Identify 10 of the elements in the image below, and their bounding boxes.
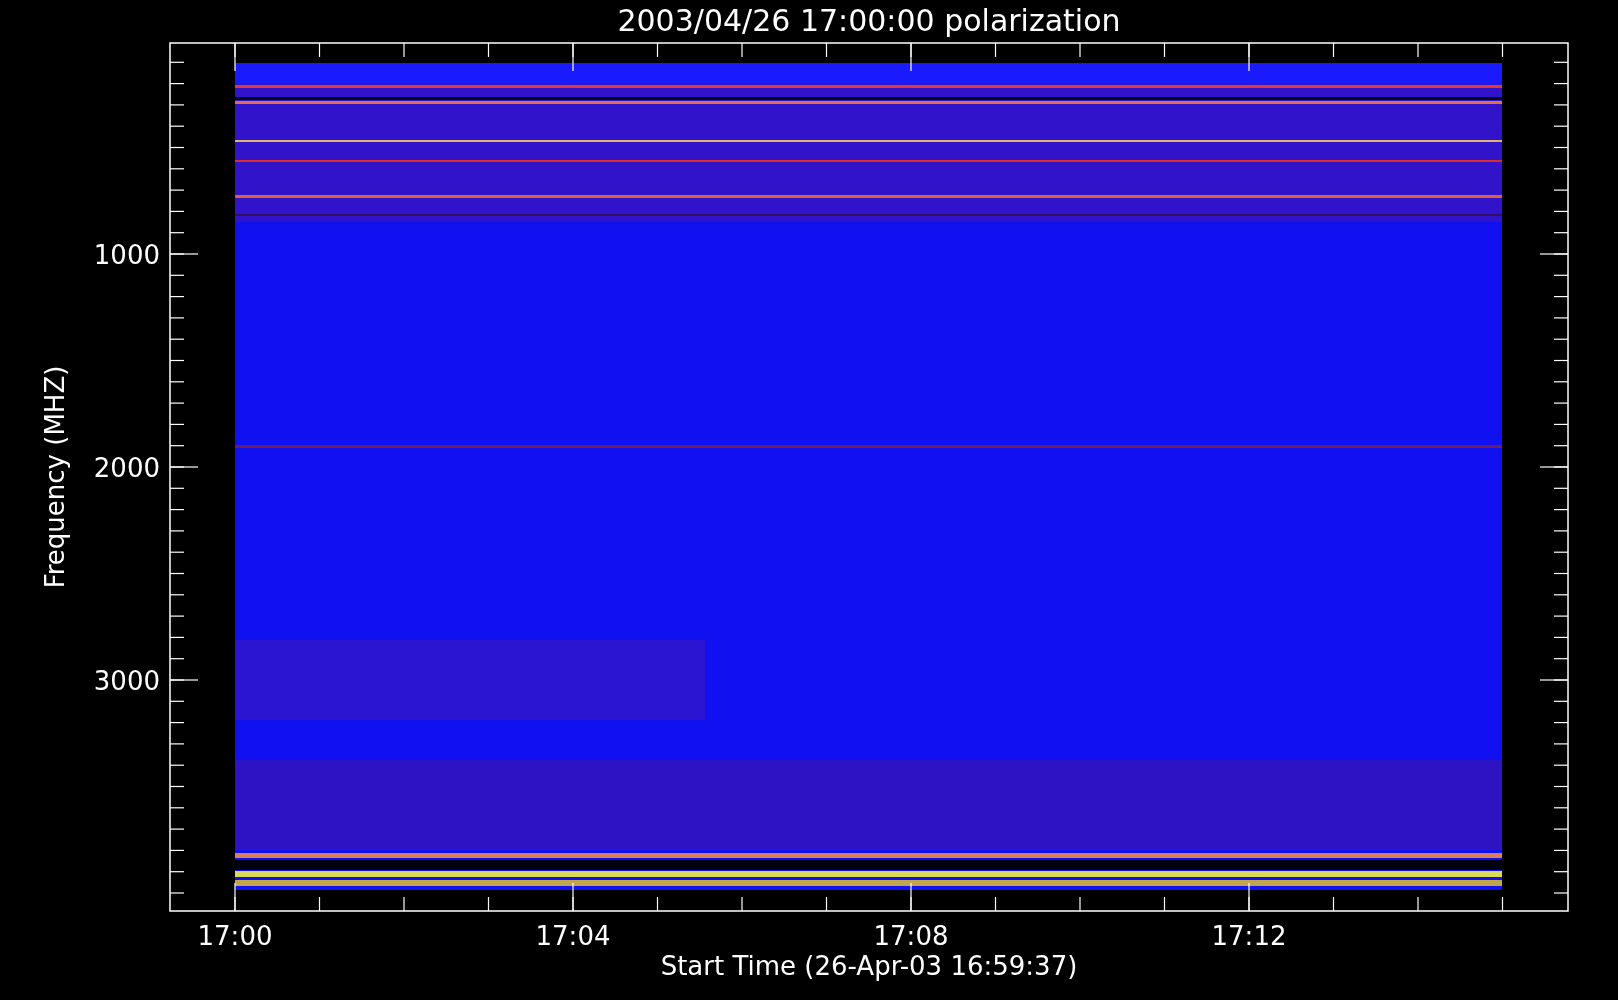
x-tick-label: 17:12 <box>1211 921 1287 951</box>
y-tick-label: 3000 <box>93 666 160 696</box>
y-axis-label: Frequency (MHZ) <box>40 365 70 589</box>
plot-title: 2003/04/26 17:00:00 polarization <box>617 3 1121 38</box>
y-tick-label: 1000 <box>93 240 160 270</box>
y-tick-label: 2000 <box>93 453 160 483</box>
x-tick-label: 17:08 <box>873 921 949 951</box>
x-tick-label: 17:00 <box>197 921 273 951</box>
x-axis-label: Start Time (26-Apr-03 16:59:37) <box>660 951 1078 981</box>
x-tick-label: 17:04 <box>535 921 611 951</box>
